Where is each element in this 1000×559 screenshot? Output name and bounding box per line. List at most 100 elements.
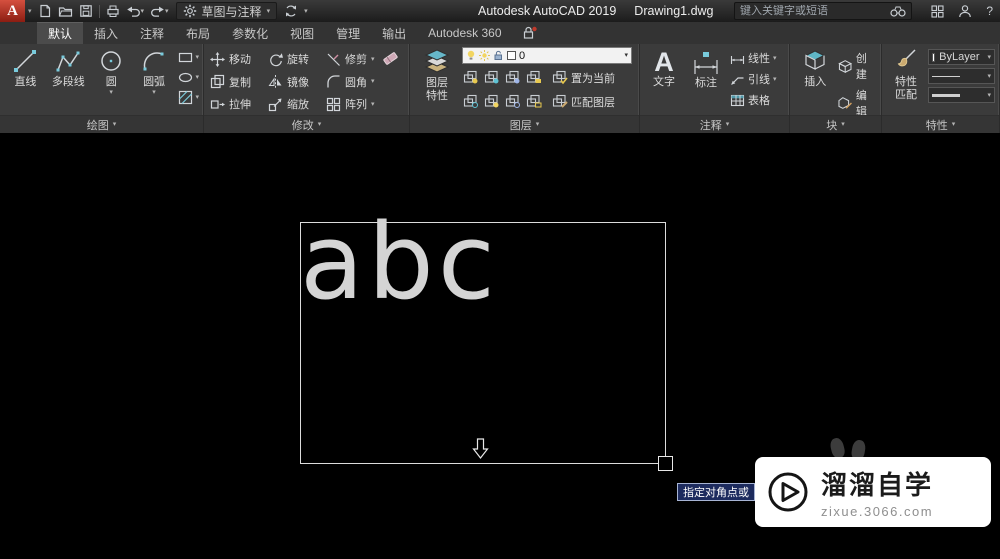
chevron-down-icon: ▾ [317, 121, 322, 128]
ellipse-icon [178, 72, 192, 83]
rotate-button[interactable]: 旋转 [266, 51, 324, 67]
scale-button[interactable]: 缩放 [266, 96, 324, 112]
rectangle-button[interactable]: ▾ [178, 50, 200, 65]
insert-block-button[interactable]: 插入 [794, 47, 836, 115]
hatch-button[interactable]: ▾ [178, 90, 200, 105]
layer-thaw-button[interactable] [504, 94, 522, 110]
tab-autodesk360[interactable]: Autodesk 360 [417, 22, 512, 44]
workspace-selector[interactable]: 草图与注释 ▾ [175, 2, 278, 20]
app-menu-caret-icon[interactable]: ▾ [25, 7, 35, 15]
apps-button[interactable] [928, 1, 947, 21]
tab-manage[interactable]: 管理 [325, 22, 371, 44]
lineweight-dropdown[interactable]: ▾ [928, 87, 995, 103]
chevron-down-icon: ▾ [841, 121, 845, 128]
layer-isolate-button[interactable] [483, 70, 501, 86]
panel-title-properties[interactable]: 特性 ▾ [882, 115, 999, 133]
tab-view[interactable]: 视图 [279, 22, 325, 44]
rotate-icon [270, 52, 283, 66]
sign-in-button[interactable] [955, 1, 975, 21]
table-button[interactable]: 表格 [730, 92, 777, 108]
panel-title-block[interactable]: 块 ▾ [790, 115, 881, 133]
layer-properties-button[interactable]: 图层 特性 [414, 47, 460, 115]
panel-title-layers[interactable]: 图层 ▾ [410, 115, 639, 133]
create-block-button[interactable]: 创建 [838, 50, 877, 82]
qat-customize-button[interactable]: ▾ [301, 1, 311, 21]
autocad-window: A ▾ ▾ ▾ 草图与注释 ▾ ▾ Autodesk AutoCAD 2019 … [0, 0, 1000, 559]
plot-button[interactable] [103, 1, 123, 21]
move-button[interactable]: 移动 [208, 51, 266, 67]
help-button[interactable]: ? [983, 1, 996, 21]
undo-icon [126, 6, 140, 17]
save-icon [79, 5, 92, 17]
down-arrow-cursor [472, 438, 489, 459]
layer-dropdown[interactable]: 0 ▾ [462, 47, 632, 64]
linear-icon [730, 55, 745, 64]
dimension-button[interactable]: 标注 [684, 47, 728, 115]
copy-button[interactable]: 复制 [208, 74, 266, 90]
app-title: Autodesk AutoCAD 2019 [478, 4, 617, 18]
chevron-down-icon: ▾ [773, 54, 777, 62]
modify-extra-tools [380, 47, 399, 115]
layer-on-button[interactable] [483, 94, 501, 110]
layer-unlock-button[interactable] [525, 94, 543, 110]
line-button[interactable]: 直线 [4, 47, 47, 115]
arc-button[interactable]: 圆弧 ▾ [133, 47, 176, 115]
text-preview: abc [300, 201, 499, 323]
save-button[interactable] [76, 1, 96, 21]
layer-lock-button[interactable] [525, 70, 543, 86]
linetype-dropdown[interactable]: ▾ [928, 68, 995, 84]
object-color-dropdown[interactable]: ByLayer ▾ [928, 49, 995, 65]
chevron-down-icon: ▾ [195, 94, 200, 101]
stretch-button[interactable]: 拉伸 [208, 96, 266, 112]
layer-freeze-button[interactable] [504, 70, 522, 86]
sync-button[interactable] [281, 1, 301, 21]
leader-button[interactable]: 引线 ▾ [730, 71, 777, 87]
circle-button[interactable]: 圆 ▾ [90, 47, 133, 115]
linear-dimension-button[interactable]: 线性 ▾ [730, 50, 777, 66]
polyline-button[interactable]: 多段线 [47, 47, 90, 115]
panel-title-draw[interactable]: 绘图 ▾ [0, 115, 203, 133]
undo-button[interactable]: ▾ [123, 1, 148, 21]
fillet-button[interactable]: 圆角 ▾ [324, 74, 380, 90]
trim-button[interactable]: 修剪 ▾ [324, 51, 380, 67]
chevron-down-icon: ▾ [304, 7, 308, 15]
panel-title-modify[interactable]: 修改 ▾ [204, 115, 409, 133]
search-input[interactable] [740, 5, 885, 17]
layer-unisolate-button[interactable] [462, 94, 480, 110]
chevron-down-icon: ▾ [535, 121, 540, 128]
tab-insert[interactable]: 插入 [83, 22, 129, 44]
search-box[interactable] [734, 2, 912, 20]
erase-button[interactable] [382, 50, 399, 67]
array-button[interactable]: 阵列 ▾ [324, 96, 380, 112]
tab-annotate[interactable]: 注释 [129, 22, 175, 44]
mirror-icon [268, 75, 282, 89]
stretch-icon [210, 100, 225, 109]
match-layer-button[interactable]: 匹配图层 [552, 94, 615, 110]
layer-off-button[interactable] [462, 70, 480, 86]
panel-properties: 特性 匹配 ByLayer ▾ ▾ ▾ 特性 ▾ [882, 44, 1000, 133]
match-properties-button[interactable]: 特性 匹配 [886, 47, 926, 115]
ribbon-state-button[interactable] [513, 22, 546, 44]
tab-parametric[interactable]: 参数化 [221, 22, 279, 44]
gear-icon [183, 4, 196, 18]
sun-icon [479, 50, 490, 61]
panel-title-annotation[interactable]: 注释 ▾ [640, 115, 789, 133]
arc-label: 圆弧 [143, 76, 166, 88]
app-menu-button[interactable]: A [0, 0, 25, 22]
redo-button[interactable]: ▾ [147, 1, 172, 21]
tab-default[interactable]: 默认 [37, 22, 84, 44]
tab-output[interactable]: 输出 [371, 22, 417, 44]
set-current-button[interactable]: 置为当前 [552, 70, 615, 86]
tab-layout[interactable]: 布局 [175, 22, 221, 44]
watermark-url: zixue.3066.com [821, 504, 934, 519]
open-file-button[interactable] [55, 1, 76, 21]
chevron-down-icon: ▾ [195, 54, 200, 61]
text-button[interactable]: A 文字 [644, 47, 684, 115]
dimension-label: 标注 [695, 77, 717, 89]
new-file-button[interactable] [35, 1, 55, 21]
ellipse-button[interactable]: ▾ [178, 70, 199, 85]
window-title: Autodesk AutoCAD 2019 Drawing1.dwg [478, 0, 714, 22]
mirror-button[interactable]: 镜像 [266, 74, 324, 90]
properties-dropdowns: ByLayer ▾ ▾ ▾ [926, 47, 995, 115]
corner-grip[interactable] [658, 456, 673, 471]
